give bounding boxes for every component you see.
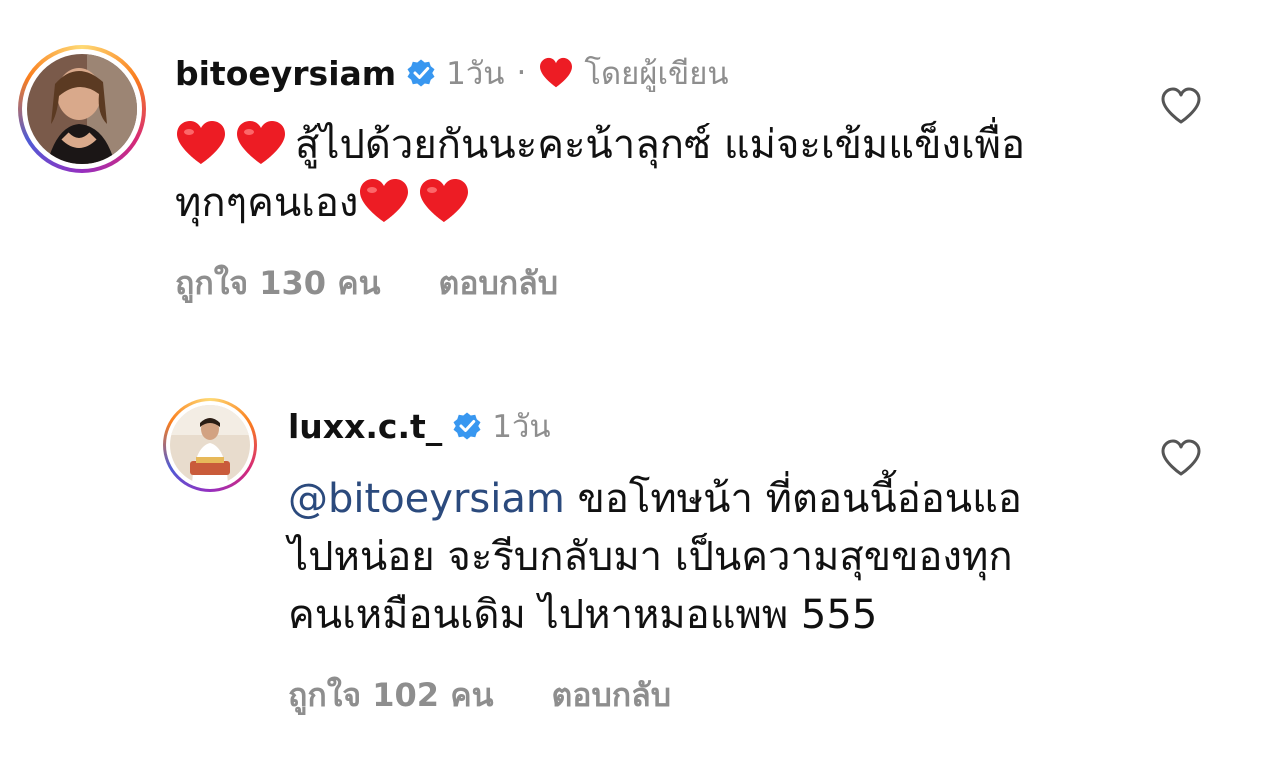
liked-by-author-label: โดยผู้เขียน	[584, 56, 729, 92]
mention-link[interactable]: @bitoeyrsiam	[288, 476, 565, 522]
comment-text-part: ทุกๆคนเอง	[175, 180, 359, 226]
avatar-luxx[interactable]	[163, 398, 257, 492]
comment-text-line-1: @bitoeyrsiam ขอโทษน้า ที่ตอนนี้อ่อนแอ	[288, 470, 1148, 528]
comment-text-line-2: ไปหน่อย จะรีบกลับมา เป็นความสุขของทุก	[288, 534, 1013, 580]
reply-button[interactable]: ตอบกลับ	[438, 258, 558, 309]
author-liked-heart-icon	[540, 57, 573, 88]
avatar-photo	[27, 54, 137, 164]
username[interactable]: bitoeyrsiam	[175, 54, 396, 93]
heart-emoji-icon	[177, 121, 225, 164]
verified-badge-icon	[407, 59, 435, 87]
comment-text: สู้ไปด้วยกันนะคะน้าลุกซ์ แม่จะเข้มแข็งเพ…	[175, 116, 1135, 232]
comment-text-line-2: ทุกๆคนเอง	[175, 174, 1135, 232]
heart-outline-icon[interactable]	[1160, 438, 1202, 478]
comment-footer: ถูกใจ 102 คน ตอบกลับ	[288, 670, 671, 721]
comment-text-part: ขอโทษน้า ที่ตอนนี้อ่อนแอ	[564, 476, 1022, 522]
heart-emoji-icon	[360, 179, 409, 222]
comment-text-line-1: สู้ไปด้วยกันนะคะน้าลุกซ์ แม่จะเข้มแข็งเพ…	[175, 116, 1135, 174]
comment-text-line-3: คนเหมือนเดิม ไปหาหมอแพพ 555	[288, 592, 878, 638]
heart-outline-icon[interactable]	[1160, 86, 1202, 126]
likes-count[interactable]: ถูกใจ 102 คน	[288, 670, 493, 721]
likes-count[interactable]: ถูกใจ 130 คน	[175, 258, 380, 309]
separator-dot: ·	[516, 55, 527, 91]
comment-bitoeyrsiam: bitoeyrsiam 1วัน · โดยผู้เขียน สู้ไปด้วย…	[0, 0, 1280, 330]
avatar-photo	[170, 405, 250, 485]
comment-text-part: สู้ไปด้วยกันนะคะน้าลุกซ์ แม่จะเข้มแข็งเพ…	[295, 122, 1025, 168]
verified-badge-icon	[453, 412, 481, 440]
comment-luxx: luxx.c.t_ 1วัน @bitoeyrsiam ขอโทษน้า ที่…	[0, 330, 1280, 759]
heart-emoji-icon	[420, 179, 469, 222]
comment-footer: ถูกใจ 130 คน ตอบกลับ	[175, 258, 558, 309]
reply-button[interactable]: ตอบกลับ	[551, 670, 671, 721]
comment-time: 1วัน	[492, 409, 551, 445]
comment-text: @bitoeyrsiam ขอโทษน้า ที่ตอนนี้อ่อนแอ ไป…	[288, 470, 1148, 644]
username[interactable]: luxx.c.t_	[288, 407, 442, 446]
comment-header: luxx.c.t_ 1วัน	[288, 405, 551, 447]
comment-time: 1วัน	[446, 56, 505, 92]
avatar-bitoeyrsiam[interactable]	[18, 45, 146, 173]
comment-header: bitoeyrsiam 1วัน · โดยผู้เขียน	[175, 52, 729, 94]
heart-emoji-icon	[237, 121, 285, 164]
